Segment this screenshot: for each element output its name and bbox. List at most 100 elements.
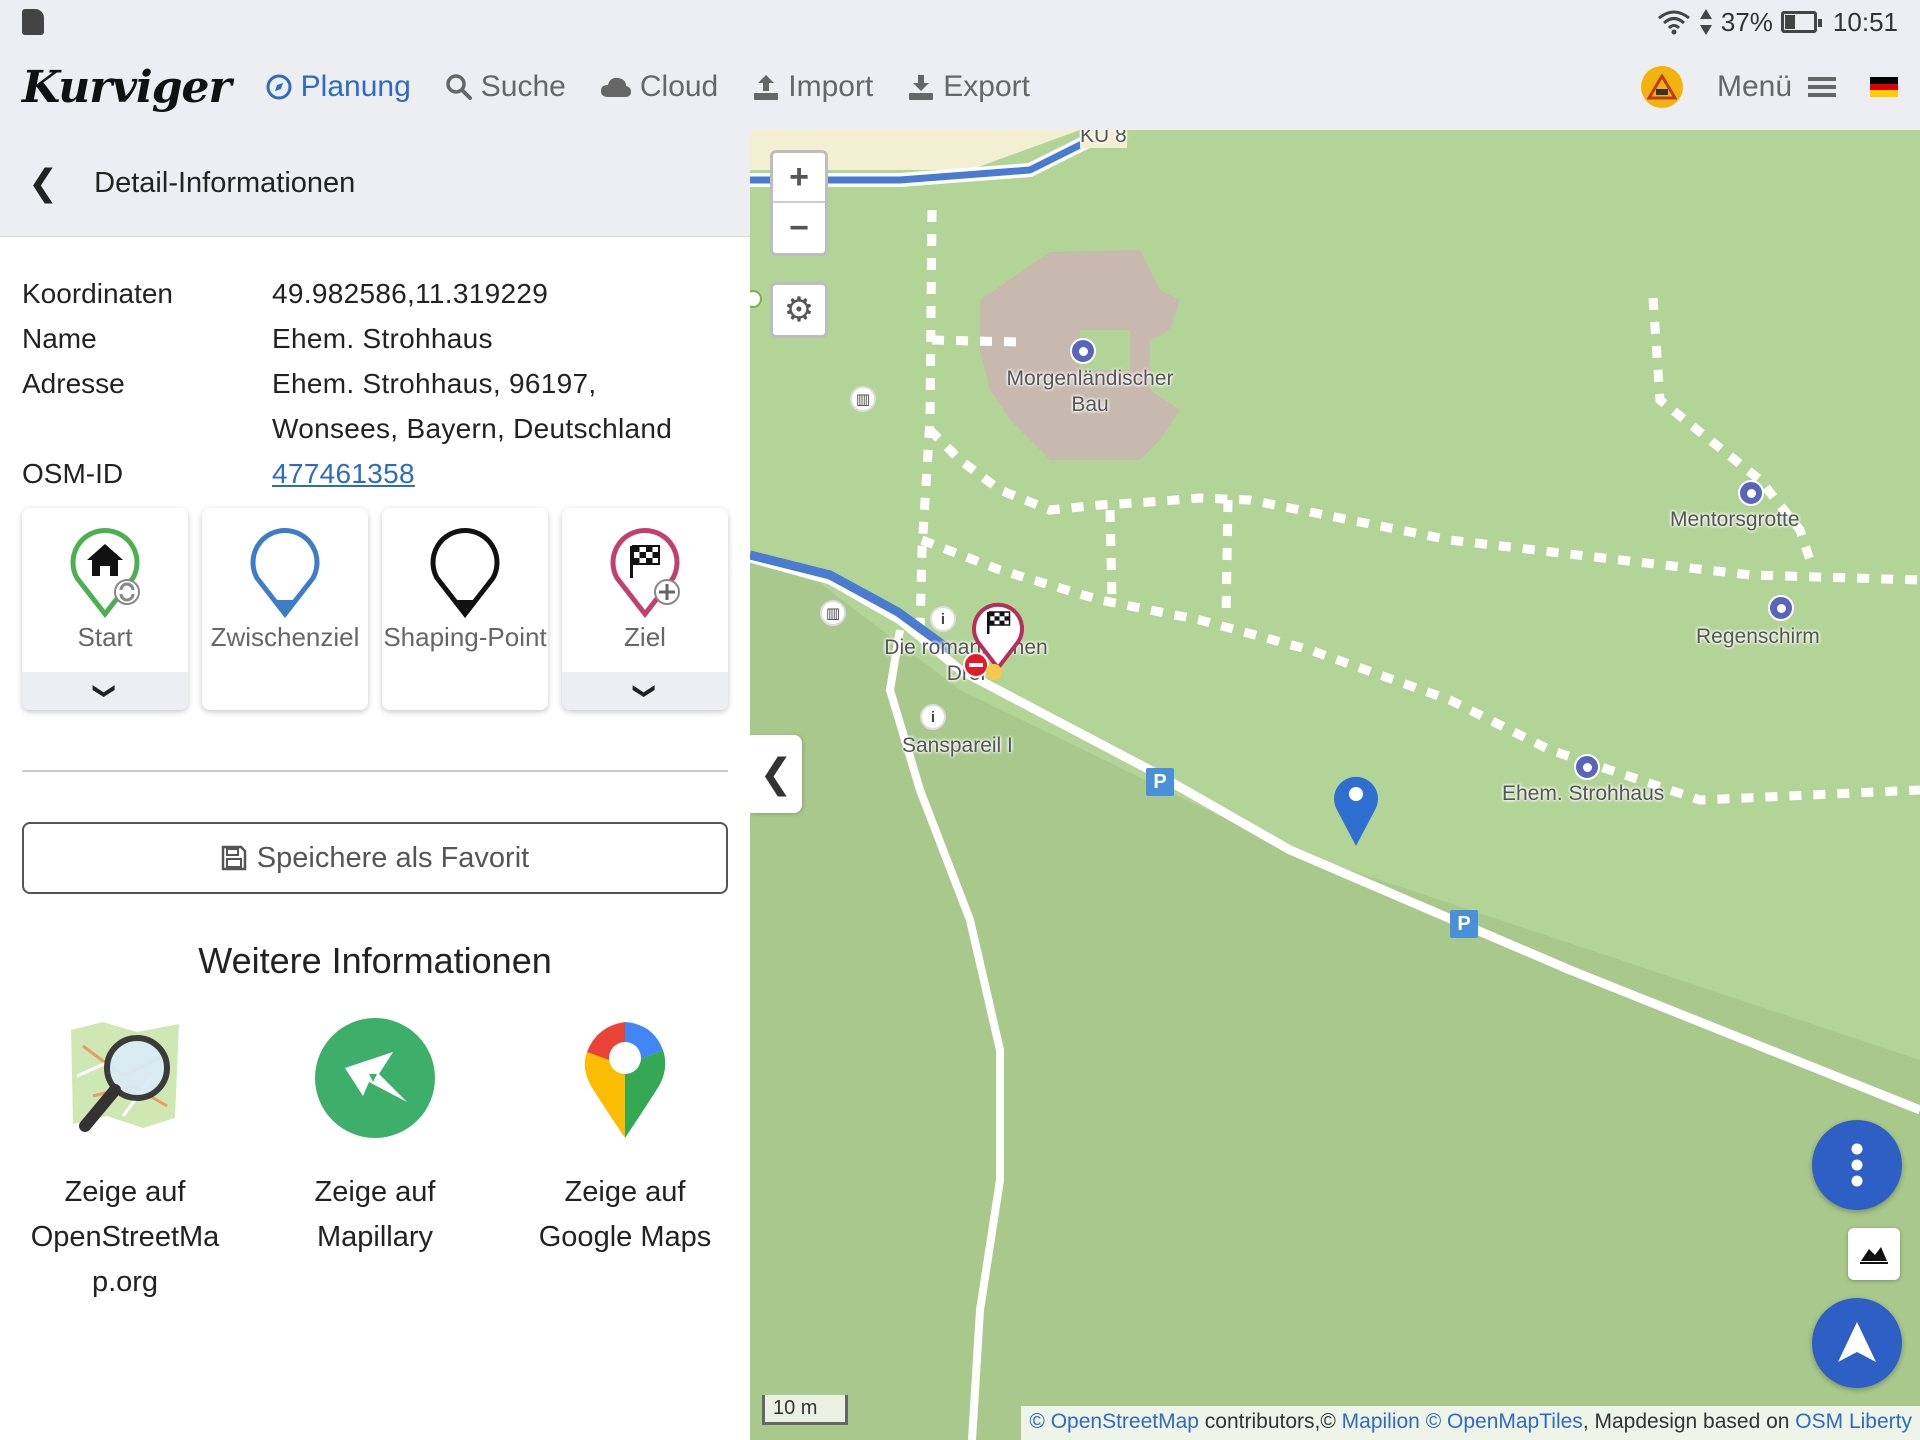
- camera-poi-icon[interactable]: [1768, 595, 1794, 621]
- regenschirm-label: Regenschirm: [1696, 625, 1820, 648]
- parking-icon[interactable]: P: [1450, 910, 1478, 938]
- info-poi-icon[interactable]: i: [930, 606, 956, 632]
- set-destination-button[interactable]: Ziel ❯: [562, 508, 728, 710]
- start-label: Start: [77, 622, 133, 652]
- map-view[interactable]: KU 8 Morgenländischer Bau ▥ Mentorsgrott…: [750, 130, 1920, 1440]
- detail-label: Koordinaten: [22, 278, 174, 309]
- nav-export-label: Export: [943, 70, 1030, 103]
- navigate-button[interactable]: [1812, 1298, 1902, 1388]
- wifi-icon: [1657, 10, 1690, 35]
- waypoint-buttons: Start ❯ Zwischenziel Shaping-Point Ziel …: [0, 496, 750, 710]
- road-label: KU 8: [1080, 130, 1127, 148]
- finish-flag-pin-icon: [610, 528, 680, 619]
- search-icon: [446, 74, 472, 100]
- battery-percent: 37%: [1720, 6, 1773, 37]
- set-shaping-point-button[interactable]: Shaping-Point: [382, 508, 548, 710]
- map-scale: 10 m: [762, 1395, 848, 1425]
- camera-poi-icon[interactable]: [1738, 480, 1764, 506]
- kurviger-logo[interactable]: Kurviger: [22, 62, 232, 113]
- nav-import-label: Import: [788, 70, 874, 103]
- google-maps-pin-icon: [584, 1022, 666, 1138]
- openstreetmap-link[interactable]: Zeige auf OpenStreetMa p.org: [22, 1016, 228, 1305]
- mapilion-link[interactable]: Mapilion: [1342, 1410, 1420, 1433]
- set-via-button[interactable]: Zwischenziel: [202, 508, 368, 710]
- waste-basket-poi-icon[interactable]: ▥: [820, 600, 846, 626]
- settings-control: ⚙: [770, 282, 828, 338]
- openmaptiles-link[interactable]: © OpenMapTiles: [1420, 1410, 1583, 1433]
- osm-id-link[interactable]: 477461358: [272, 458, 415, 489]
- top-navbar: Kurviger Planung Suche Cloud Import Expo…: [0, 44, 1920, 130]
- gear-icon[interactable]: ⚙: [773, 285, 825, 335]
- detail-row-name: Name Ehem. Strohhaus: [22, 316, 728, 361]
- hamburger-icon: [1808, 77, 1836, 97]
- set-start-button[interactable]: Start ❯: [22, 508, 188, 710]
- selected-location-pin-icon[interactable]: [1332, 772, 1380, 848]
- camera-poi-icon[interactable]: [1574, 754, 1600, 780]
- more-options-button[interactable]: [1812, 1120, 1902, 1210]
- google-maps-link[interactable]: Zeige auf Google Maps: [522, 1016, 728, 1305]
- destination-chevron-down-icon[interactable]: ❯: [562, 672, 728, 710]
- detail-row-osm-id: OSM-ID 477461358: [22, 451, 728, 496]
- mapillary-icon: [315, 1018, 435, 1138]
- mapillary-link[interactable]: Zeige auf Mapillary: [272, 1016, 478, 1305]
- save-favorite-label: Speichere als Favorit: [256, 841, 530, 874]
- nav-cloud-label: Cloud: [639, 70, 719, 103]
- status-bar: 37% 10:51: [0, 0, 1920, 44]
- nav-cloud[interactable]: Cloud: [600, 70, 718, 104]
- nav-suche-label: Suche: [480, 70, 566, 103]
- sanspareil-label: Sanspareil I: [902, 734, 1013, 757]
- cloud-icon: [600, 77, 631, 97]
- menu-button[interactable]: Menü: [1717, 70, 1836, 104]
- address-value: Ehem. Strohhaus, 96197, Wonsees, Bayern,…: [272, 368, 673, 444]
- parking-icon[interactable]: P: [1146, 768, 1174, 796]
- de-flag-icon[interactable]: [1870, 77, 1898, 98]
- zoom-in-button[interactable]: +: [773, 153, 825, 203]
- point-marker-icon: [986, 664, 1002, 680]
- panel-title: Detail-Informationen: [94, 166, 356, 199]
- destination-label: Ziel: [624, 622, 666, 652]
- panel-header: ❮ Detail-Informationen: [0, 130, 750, 237]
- start-chevron-down-icon[interactable]: ❯: [22, 672, 188, 710]
- data-arrows-icon: [1699, 9, 1712, 35]
- traffic-warning-icon[interactable]: [1640, 66, 1683, 108]
- back-chevron-icon[interactable]: ❮: [28, 162, 58, 204]
- collapse-panel-button[interactable]: ❮: [750, 735, 802, 813]
- save-floppy-icon: [221, 845, 247, 871]
- clock: 10:51: [1832, 6, 1898, 37]
- detail-label: Name: [22, 323, 97, 354]
- osm-attribution-link[interactable]: © OpenStreetMap: [1029, 1410, 1199, 1433]
- vertical-dots-icon: [1851, 1143, 1863, 1187]
- openstreetmap-link-label: Zeige auf OpenStreetMa p.org: [30, 1176, 220, 1298]
- start-home-pin-icon: [70, 528, 140, 619]
- sd-card-icon: [22, 9, 44, 35]
- menu-label: Menü: [1716, 70, 1792, 103]
- coordinates-value: 49.982586,11.319229: [272, 278, 549, 309]
- external-links: Zeige auf OpenStreetMa p.org Zeige auf M…: [0, 982, 750, 1305]
- chevron-left-icon: ❮: [759, 752, 793, 796]
- info-poi-icon[interactable]: i: [920, 704, 946, 730]
- shaping-point-pin-icon: [430, 528, 500, 619]
- nav-import[interactable]: Import: [752, 70, 873, 104]
- more-info-title: Weitere Informationen: [198, 940, 552, 981]
- nav-export[interactable]: Export: [907, 70, 1030, 104]
- compass-icon: [266, 74, 292, 100]
- download-icon: [909, 75, 934, 100]
- via-pin-icon: [250, 528, 320, 619]
- nav-suche[interactable]: Suche: [445, 70, 566, 104]
- attribution-text: , Mapdesign based on: [1582, 1410, 1796, 1433]
- nav-planung[interactable]: Planung: [265, 70, 411, 104]
- morgenlaendischer-bau-label: Morgenländischer Bau: [1006, 367, 1174, 416]
- via-label: Zwischenziel: [210, 622, 360, 652]
- detail-row-address: Adresse Ehem. Strohhaus, 96197, Wonsees,…: [22, 361, 728, 451]
- waste-basket-poi-icon[interactable]: ▥: [850, 386, 876, 412]
- camera-poi-icon[interactable]: [1070, 338, 1096, 364]
- save-favorite-button[interactable]: Speichere als Favorit: [22, 822, 728, 894]
- navigation-arrow-icon: [1838, 1322, 1876, 1362]
- detail-table: Koordinaten 49.982586,11.319229 Name Ehe…: [0, 237, 750, 496]
- elevation-profile-button[interactable]: [1848, 1228, 1900, 1280]
- mountain-icon: [1860, 1247, 1888, 1264]
- detail-panel: ❮ Detail-Informationen Koordinaten 49.98…: [0, 130, 750, 1440]
- zoom-out-button[interactable]: −: [773, 203, 825, 253]
- name-value: Ehem. Strohhaus: [272, 323, 493, 354]
- osm-liberty-link[interactable]: OSM Liberty: [1795, 1410, 1912, 1433]
